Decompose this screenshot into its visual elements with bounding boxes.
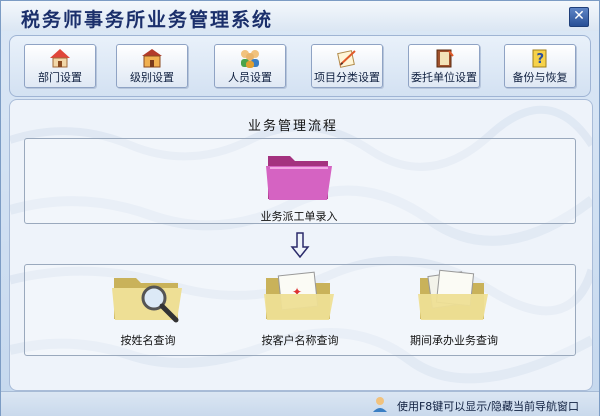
project-category-label: 项目分类设置: [314, 71, 380, 84]
workflow-title: 业务管理流程: [248, 119, 339, 134]
toolbar: 部门设置 级别设置 人员设置 项目分类设置 委托单位设置 ? 备份与恢复: [9, 35, 591, 97]
dispatch-entry-button[interactable]: 业务派工单录入: [261, 148, 338, 223]
house-icon: [50, 49, 70, 68]
backup-restore-label: 备份与恢复: [512, 71, 568, 84]
level-settings-label: 级别设置: [130, 71, 174, 84]
flow-down-arrow-icon: [290, 232, 310, 258]
pink-folder-icon: [266, 156, 332, 200]
title-bar: 税务师事务所业务管理系统 ✕: [1, 1, 599, 31]
notebook-icon: [436, 49, 454, 68]
query-by-client-label: 按客户名称查询: [261, 334, 339, 347]
client-settings-button[interactable]: 委托单位设置: [408, 44, 480, 88]
help-doc-icon: ?: [532, 49, 547, 68]
query-by-period-label: 期间承办业务查询: [410, 334, 498, 347]
folder-document-icon: ✦: [264, 271, 334, 320]
f8-hint-text: 使用F8键可以显示/隐藏当前导航窗口: [396, 400, 579, 413]
dispatch-entry-label: 业务派工单录入: [260, 210, 338, 223]
staff-settings-label: 人员设置: [228, 71, 272, 84]
dept-settings-label: 部门设置: [38, 71, 82, 84]
backup-restore-button[interactable]: ? 备份与恢复: [504, 44, 576, 88]
query-by-period-button[interactable]: 期间承办业务查询: [410, 268, 498, 347]
staff-settings-button[interactable]: 人员设置: [214, 44, 286, 88]
dept-settings-button[interactable]: 部门设置: [24, 44, 96, 88]
svg-text:?: ?: [537, 52, 545, 67]
query-by-name-label: 按姓名查询: [120, 334, 176, 347]
query-by-client-button[interactable]: ✦ 按客户名称查询: [262, 268, 339, 347]
client-settings-label: 委托单位设置: [411, 71, 477, 84]
main-window: 税务师事务所业务管理系统 ✕ 部门设置 级别设置 人员设置 项目分类设置 委托单…: [0, 0, 600, 416]
level-settings-button[interactable]: 级别设置: [116, 44, 188, 88]
status-bar: 使用F8键可以显示/隐藏当前导航窗口: [1, 391, 599, 416]
close-button[interactable]: ✕: [569, 7, 589, 27]
project-category-button[interactable]: 项目分类设置: [311, 44, 383, 88]
folder-documents-icon: [418, 269, 488, 320]
user-info-icon: [373, 397, 387, 412]
workflow-panel: 业务管理流程 业务派工单录入 按姓名查询 ✦ 按客户名称查询 期间承办业务查询: [9, 99, 593, 391]
folder-magnifier-icon: [112, 278, 182, 323]
building-icon: [142, 49, 162, 68]
window-title: 税务师事务所业务管理系统: [21, 9, 274, 31]
people-icon: [241, 50, 259, 68]
pencil-doc-icon: [337, 50, 356, 68]
query-by-name-button[interactable]: 按姓名查询: [110, 268, 186, 347]
